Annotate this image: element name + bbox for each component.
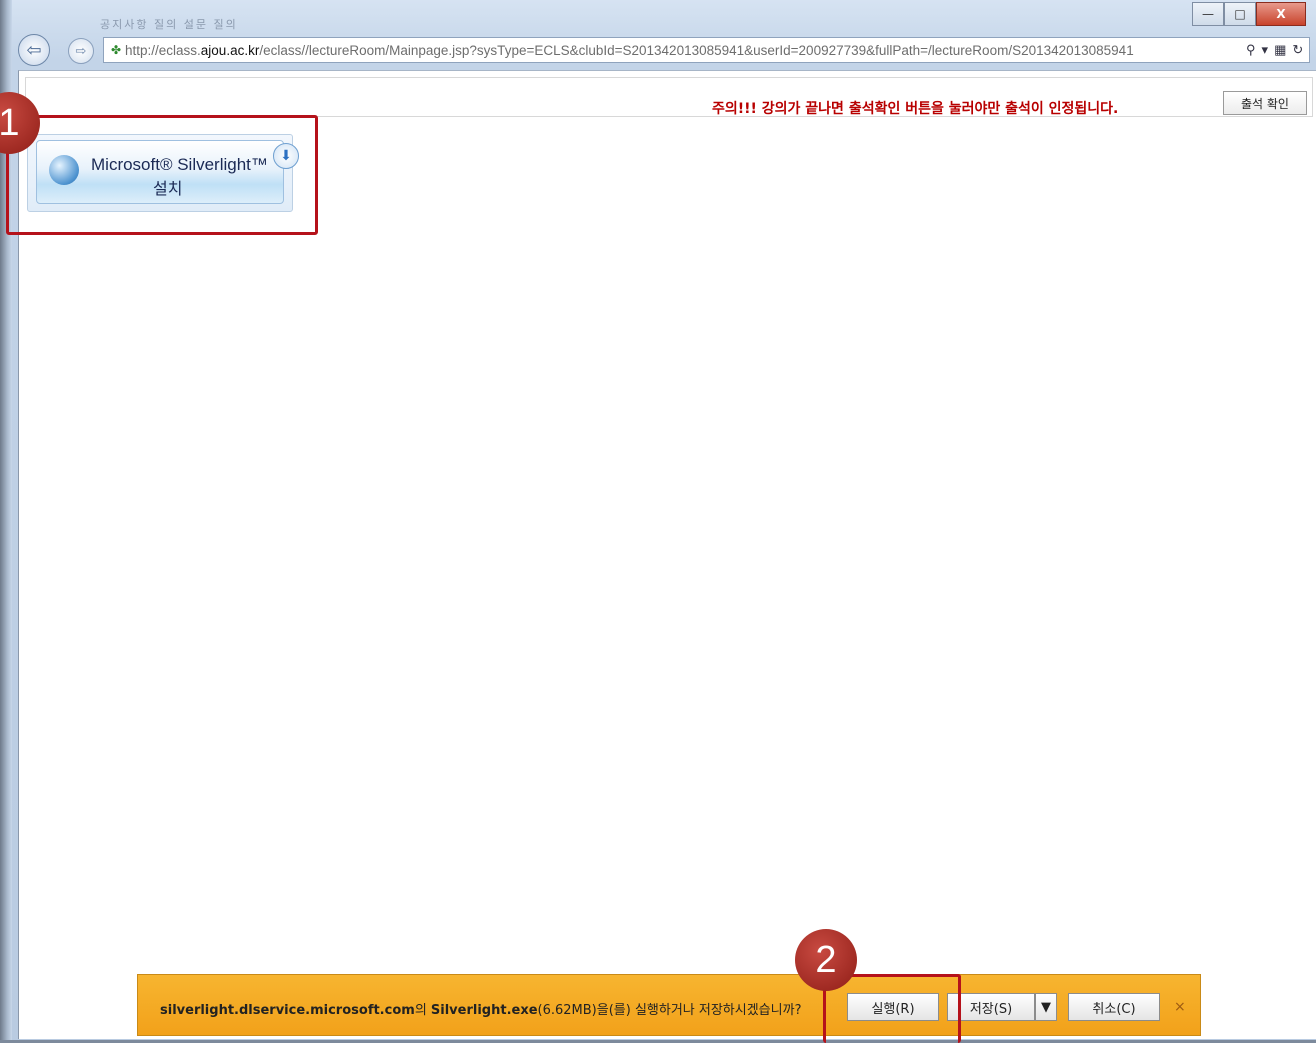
maximize-button[interactable]: □ [1224, 2, 1256, 26]
compatibility-view-icon[interactable]: ▦ [1274, 42, 1286, 58]
callout-box-1 [6, 115, 318, 235]
lecture-top-bar: 주의!!! 강의가 끝나면 출석확인 버튼을 눌러야만 출석이 인정됩니다. 출… [25, 77, 1313, 117]
close-window-button[interactable]: X [1256, 2, 1306, 26]
site-favicon-icon: ✤ [110, 43, 122, 57]
download-question: (6.62MB)을(를) 실행하거나 저장하시겠습니까? [537, 1003, 802, 1018]
dropdown-arrow-icon[interactable]: ▾ [1262, 42, 1269, 58]
tab-strip: 공지사항 질의 설문 질의 [100, 18, 238, 31]
url-text[interactable]: http://eclass.ajou.ac.kr/eclass//lecture… [125, 43, 1240, 58]
cancel-button[interactable]: 취소(C) [1068, 993, 1160, 1021]
address-actions: ⚲ ▾ ▦ ↻ [1246, 42, 1303, 58]
close-icon[interactable]: × [1174, 999, 1186, 1015]
window-controls: — □ X [1192, 2, 1306, 26]
dropdown-arrow-icon: ▼ [1041, 999, 1051, 1015]
download-file-name: Silverlight.exe [430, 1003, 538, 1018]
search-icon[interactable]: ⚲ [1246, 42, 1256, 58]
url-prefix: http://eclass. [125, 42, 201, 58]
url-path: /eclass//lectureRoom/Mainpage.jsp?sysTyp… [259, 42, 1134, 58]
back-arrow-icon[interactable]: ⇦ [18, 34, 50, 66]
url-domain: ajou.ac.kr [200, 42, 260, 58]
download-site: silverlight.dlservice.microsoft.com [160, 1003, 415, 1018]
download-site-suffix: 의 [414, 1003, 431, 1018]
download-notification-bar: silverlight.dlservice.microsoft.com의 Sil… [137, 974, 1201, 1036]
forward-arrow-icon[interactable]: ⇨ [68, 38, 94, 64]
browser-window: 공지사항 질의 설문 질의 — □ X ⇦ ⇨ ✤ http://eclass.… [0, 0, 1316, 1043]
navigation-bar: ⇦ ⇨ ✤ http://eclass.ajou.ac.kr/eclass//l… [18, 34, 1316, 66]
address-bar[interactable]: ✤ http://eclass.ajou.ac.kr/eclass//lectu… [103, 37, 1310, 63]
attendance-notice: 주의!!! 강의가 끝나면 출석확인 버튼을 눌러야만 출석이 인정됩니다. [712, 101, 1119, 117]
attendance-check-button[interactable]: 출석 확인 [1223, 91, 1307, 115]
save-options-dropdown[interactable]: ▼ [1035, 993, 1057, 1021]
minimize-button[interactable]: — [1192, 2, 1224, 26]
step-marker-2: 2 [795, 929, 857, 991]
refresh-icon[interactable]: ↻ [1292, 42, 1303, 58]
download-message: silverlight.dlservice.microsoft.com의 Sil… [160, 999, 801, 1018]
